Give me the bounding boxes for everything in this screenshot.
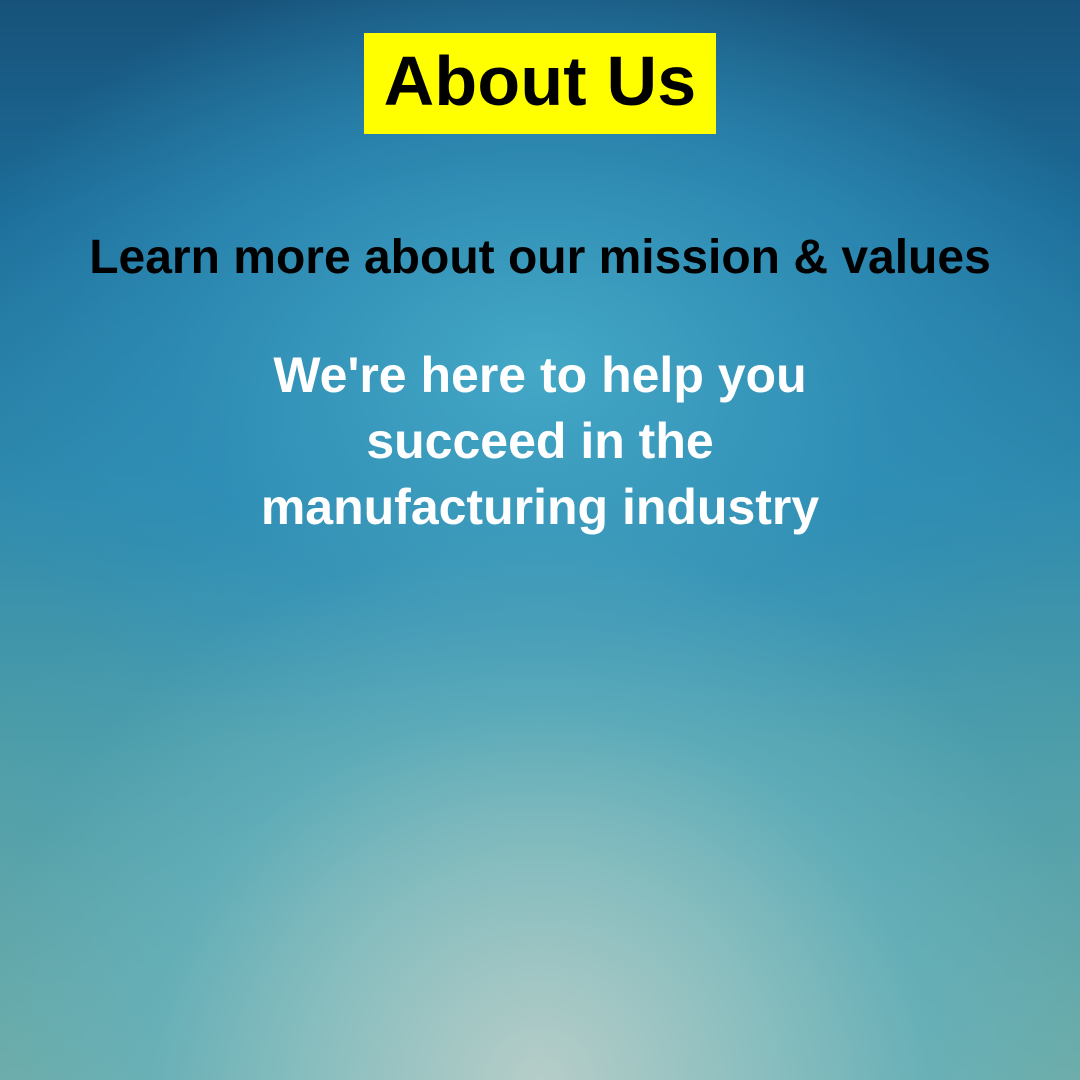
about-us-page: About Us Learn more about our mission & … bbox=[0, 0, 1080, 1080]
mission-statement: We're here to help you succeed in the ma… bbox=[165, 342, 915, 540]
page-title-banner: About Us bbox=[364, 33, 716, 134]
mission-statement-line: succeed in the bbox=[366, 413, 714, 469]
mission-values-subtitle: Learn more about our mission & values bbox=[89, 231, 991, 284]
page-title: About Us bbox=[383, 41, 697, 120]
mission-statement-line: We're here to help you bbox=[273, 347, 807, 403]
mission-statement-line: manufacturing industry bbox=[260, 479, 820, 535]
